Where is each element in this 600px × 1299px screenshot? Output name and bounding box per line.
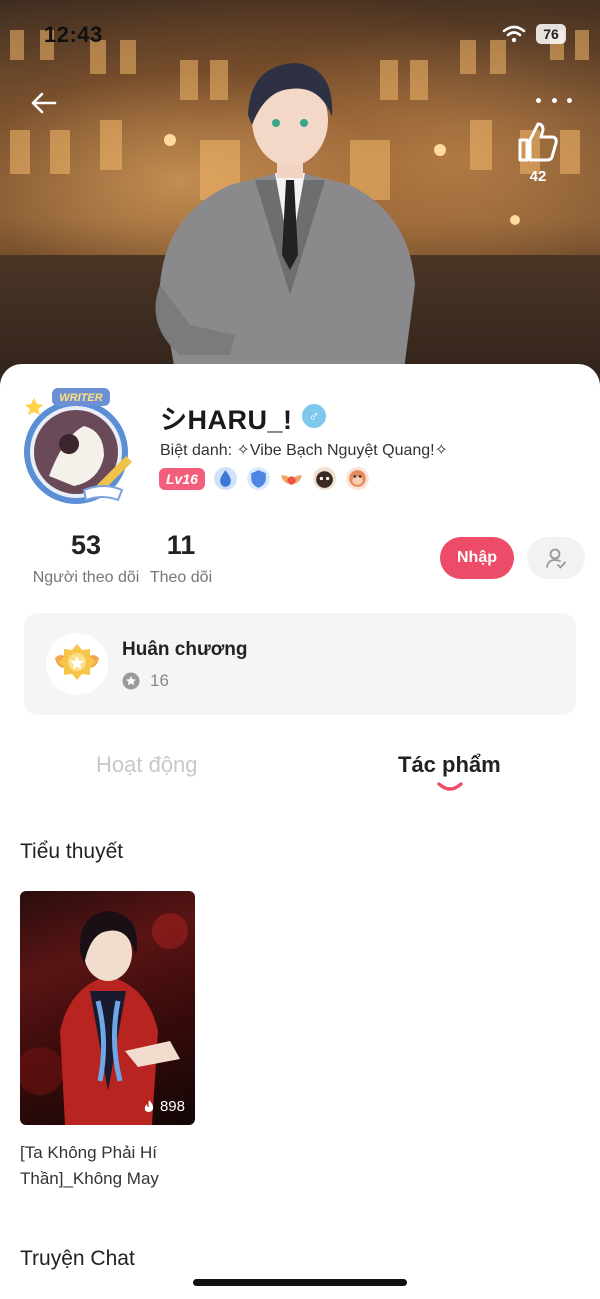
import-button[interactable]: Nhập [440,537,514,579]
like-button[interactable]: 42 [512,120,564,192]
person-check-icon [546,548,566,569]
droplet-badge-icon[interactable] [213,466,238,491]
status-time: 12:43 [44,22,103,47]
monkey-badge-icon[interactable] [345,466,370,491]
book-title[interactable]: [Ta Không Phải Hí Thần]_Không May [20,1140,220,1192]
following-count: 11 [166,530,196,560]
level-badge[interactable]: Lv16 [159,467,205,490]
thumbs-up-icon [518,122,558,162]
gold-medal-icon [55,644,99,680]
star-circle-icon [122,672,140,690]
dark-face-badge-icon[interactable] [312,466,337,491]
book-cover-art [20,911,188,1125]
like-count: 42 [529,168,547,185]
more-options-button[interactable] [536,90,572,110]
gender-badge: ♂ [302,404,326,428]
medal-card[interactable]: Huân chương 16 [24,613,576,715]
chat-section-title: Truyện Chat [20,1247,135,1270]
followers-label: Người theo dõi [32,569,140,586]
medal-icon [46,633,108,695]
book-cover[interactable]: 898 [20,891,195,1125]
wifi-icon [502,25,526,43]
battery-indicator: 76 [536,24,566,44]
novels-section-title: Tiểu thuyết [20,840,124,863]
following-label: Theo dõi [149,569,213,586]
medal-title: Huân chương [122,639,248,660]
tab-works[interactable]: Tác phẩm [398,752,501,778]
tab-active-indicator [437,782,463,791]
more-dots-icon [536,97,541,103]
medal-count-row: 16 [122,671,169,691]
followers-count: 53 [70,530,102,560]
fire-icon [144,1099,154,1112]
avatar[interactable]: WRITER [14,386,146,510]
shield-badge-icon[interactable] [246,466,271,491]
arrow-left-icon [31,92,57,114]
tab-activity[interactable]: Hoạt động [96,752,198,778]
username: シHARU_! [160,405,293,435]
following-stat[interactable]: 11 Theo dõi [144,530,218,587]
follow-status-button[interactable] [527,537,585,579]
home-indicator [193,1279,407,1286]
medal-count: 16 [150,671,169,690]
badge-row: Lv16 [159,466,370,491]
back-button[interactable] [26,86,60,120]
followers-stat[interactable]: 53 Người theo dõi [28,530,144,587]
status-icons: 76 [502,24,566,44]
nickname: Biệt danh: ✧Vibe Bạch Nguyệt Quang!✧ [160,442,449,459]
book-view-count: 898 [159,1098,185,1115]
book-views: 898 [142,1098,185,1115]
character-illustration [155,63,415,400]
avatar-frame-label: WRITER [59,392,102,404]
wings-badge-icon[interactable] [279,466,304,491]
profile-banner: 12:43 76 42 [0,0,600,400]
